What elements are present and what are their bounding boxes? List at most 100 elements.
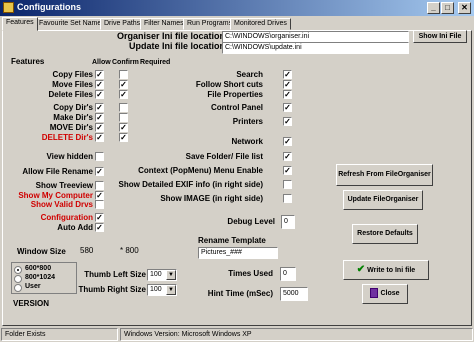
update-ini-field[interactable]: C:\WINDOWS\update.ini (222, 42, 409, 54)
confirm-checkbox[interactable]: ✓ (119, 123, 128, 132)
confirm-checkbox[interactable] (119, 70, 128, 79)
feature-label: Delete Files (48, 90, 93, 99)
checkmark-icon: ✔ (356, 264, 366, 275)
feature-label: Search (236, 70, 263, 79)
allow-checkbox[interactable]: ✓ (95, 167, 104, 176)
feature-checkbox[interactable]: ✓ (283, 152, 292, 161)
confirm-checkbox[interactable]: ✓ (119, 80, 128, 89)
window-size-width: 580 (80, 246, 94, 255)
tab-monitored-drives[interactable]: Monitored Drives (230, 18, 291, 30)
thumb-left-size-select[interactable]: 100 ▼ (147, 269, 177, 281)
tab-favourite-set-names[interactable]: Favourite Set Names (35, 18, 109, 30)
write-to-ini-file-button[interactable]: ✔ Write to Ini file (343, 260, 429, 280)
feature-label: Printers (232, 117, 263, 126)
restore-defaults-button[interactable]: Restore Defaults (352, 224, 418, 244)
thumb-right-size-select[interactable]: 100 ▼ (147, 284, 177, 296)
allow-checkbox[interactable] (95, 181, 104, 190)
configurations-window: Configurations _ □ ✕ Features Favourite … (0, 0, 474, 342)
window-size-height: * 800 (120, 246, 139, 255)
close-window-button[interactable]: ✕ (458, 2, 471, 14)
feature-checkbox[interactable]: ✓ (283, 70, 292, 79)
feature-checkbox[interactable]: ✓ (283, 117, 292, 126)
feature-label: MOVE Dir's (49, 123, 93, 132)
allow-checkbox[interactable]: ✓ (95, 103, 104, 112)
allow-checkbox[interactable]: ✓ (95, 80, 104, 89)
feature-label: Copy Files (52, 70, 93, 79)
chevron-down-icon[interactable]: ▼ (166, 285, 176, 295)
column-allow: Allow (92, 59, 111, 66)
times-used-field[interactable]: 0 (280, 267, 296, 281)
allow-checkbox[interactable] (95, 152, 104, 161)
radio-user[interactable] (14, 284, 22, 292)
feature-label: Configuration (40, 213, 93, 222)
feature-checkbox[interactable]: ✓ (283, 103, 292, 112)
feature-label: Allow File Rename (22, 167, 93, 176)
feature-label: Control Panel (210, 103, 263, 112)
organiser-ini-label: Organiser Ini file location (117, 31, 226, 41)
tab-drive-paths[interactable]: Drive Paths (100, 18, 145, 30)
feature-label: Show Treeview (35, 181, 93, 190)
close-button[interactable]: Close (362, 284, 408, 304)
exit-door-icon (370, 288, 379, 299)
feature-checkbox[interactable]: ✓ (283, 166, 292, 175)
close-button-label: Close (380, 290, 400, 297)
allow-checkbox[interactable]: ✓ (95, 70, 104, 79)
allow-checkbox[interactable]: ✓ (95, 133, 104, 142)
feature-label: Make Dir's (53, 113, 93, 122)
rename-template-field[interactable]: Pictures_### (198, 247, 278, 259)
window-size-label: Window Size (17, 247, 66, 256)
feature-checkbox[interactable]: ✓ (283, 137, 292, 146)
column-required: Required (140, 59, 171, 66)
feature-label: Copy Dir's (53, 103, 93, 112)
feature-checkbox[interactable]: ✓ (283, 90, 292, 99)
maximize-button[interactable]: □ (441, 2, 454, 14)
hint-time-field[interactable]: 5000 (280, 287, 308, 301)
chevron-down-icon[interactable]: ▼ (166, 270, 176, 280)
confirm-checkbox[interactable] (119, 103, 128, 112)
allow-checkbox[interactable] (95, 200, 104, 209)
app-icon (3, 2, 14, 13)
feature-label: Show IMAGE (in right side) (160, 194, 263, 203)
feature-label: Move Files (52, 80, 93, 89)
confirm-checkbox[interactable]: ✓ (119, 133, 128, 142)
allow-checkbox[interactable]: ✓ (95, 123, 104, 132)
window-title: Configurations (17, 2, 81, 12)
thumb-right-size-label: Thumb Right Size (78, 285, 146, 294)
thumb-left-size-value: 100 (150, 271, 162, 278)
feature-label: Save Folder/ File list (185, 152, 263, 161)
status-left: Folder Exists (1, 328, 118, 341)
tab-features[interactable]: Features (2, 17, 38, 31)
minimize-button[interactable]: _ (427, 2, 440, 14)
feature-label: Context (PopMenu) Menu Enable (138, 166, 263, 175)
rename-template-label: Rename Template (198, 236, 266, 245)
confirm-checkbox[interactable]: ✓ (119, 90, 128, 99)
allow-checkbox[interactable]: ✓ (95, 223, 104, 232)
allow-checkbox[interactable]: ✓ (95, 113, 104, 122)
feature-checkbox[interactable] (283, 180, 292, 189)
radio-800x1024[interactable] (14, 275, 22, 283)
radio-600x800-label: 600*800 (25, 265, 52, 272)
tab-run-programs[interactable]: Run Programs (183, 18, 237, 30)
tab-filter-names[interactable]: Filter Names (140, 18, 188, 30)
feature-checkbox[interactable] (283, 194, 292, 203)
allow-checkbox[interactable]: ✓ (95, 213, 104, 222)
status-right: Windows Version: Microsoft Windows XP (120, 328, 473, 341)
feature-label: Network (231, 137, 263, 146)
feature-label: View hidden (46, 152, 93, 161)
version-label: VERSION (13, 299, 50, 308)
feature-checkbox[interactable]: ✓ (283, 80, 292, 89)
allow-checkbox[interactable]: ✓ (95, 90, 104, 99)
debug-level-label: Debug Level (227, 217, 275, 226)
update-fileorganiser-button[interactable]: Update FileOrganiser (343, 190, 423, 210)
debug-level-field[interactable]: 0 (281, 215, 295, 229)
show-ini-file-button[interactable]: Show Ini File (413, 30, 467, 43)
confirm-checkbox[interactable] (119, 113, 128, 122)
radio-600x800[interactable] (14, 266, 22, 274)
features-heading: Features (11, 57, 45, 66)
allow-checkbox[interactable]: ✓ (95, 191, 104, 200)
feature-label: Show Detailed EXIF info (in right side) (118, 180, 263, 189)
title-bar[interactable]: Configurations _ □ ✕ (0, 0, 474, 16)
thumb-left-size-label: Thumb Left Size (84, 270, 146, 279)
feature-label: File Properties (207, 90, 263, 99)
refresh-from-fileorganiser-button[interactable]: Refresh From FileOrganiser (336, 164, 433, 186)
